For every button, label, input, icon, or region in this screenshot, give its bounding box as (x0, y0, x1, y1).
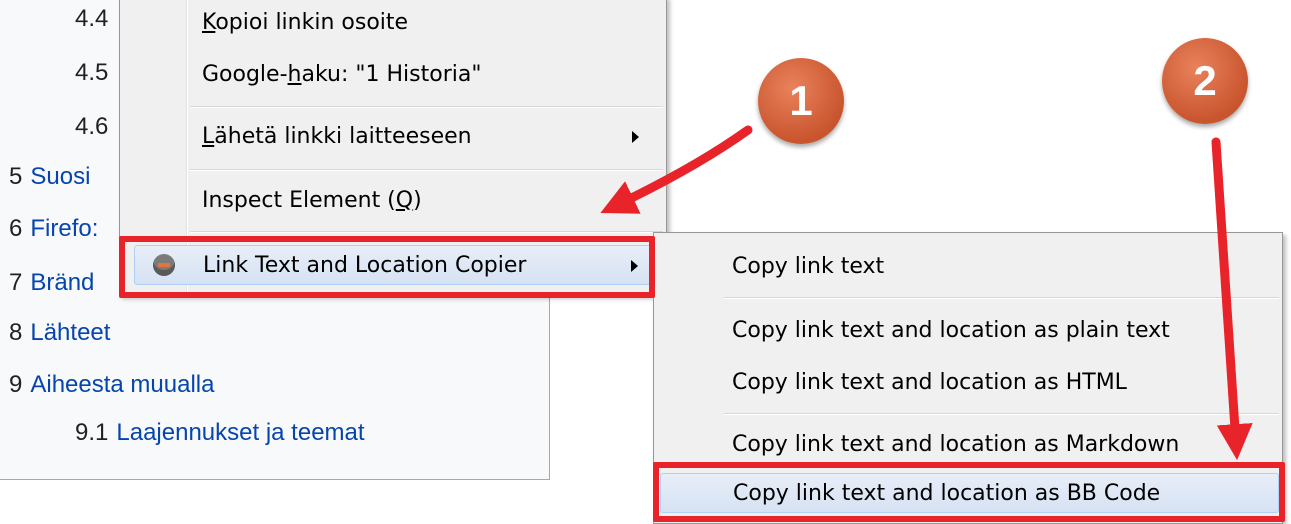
toc-number: 9.1 (75, 419, 109, 446)
menu-item-label: aku: "1 Historia" (301, 62, 482, 87)
menu-item-label: ähetä linkki laitteeseen (214, 124, 472, 149)
toc-number: 5 (9, 163, 23, 190)
toc-item[interactable]: 7 Bränd (9, 269, 94, 297)
toc-number: 6 (9, 215, 23, 242)
toc-link[interactable]: Laajennukset ja teemat (116, 419, 364, 446)
menu-item-copy-markdown[interactable]: Copy link text and location as Markdown (720, 425, 1279, 465)
toc-link[interactable]: Bränd (30, 269, 94, 296)
toc-item: 4.6 (75, 113, 116, 141)
toc-number: 4.5 (75, 59, 109, 86)
menu-separator (724, 297, 1279, 299)
toc-item: 4.4 (75, 5, 116, 33)
menu-item-label: Copy link text and location as plain tex… (732, 318, 1170, 343)
callout-badge-2: 2 (1162, 38, 1248, 124)
menu-item-copy-html[interactable]: Copy link text and location as HTML (720, 363, 1279, 403)
menu-item-label: Copy link text (732, 254, 885, 279)
menu-item-label: ) (413, 188, 422, 213)
accelerator-key: h (287, 62, 302, 87)
toc-item[interactable]: 5 Suosi (9, 163, 90, 191)
menu-item-label: Copy link text and location as Markdown (732, 432, 1180, 457)
menu-item-copy-link-address[interactable]: Kopioi linkin osoite (190, 3, 663, 43)
toc-item: 4.5 (75, 59, 116, 87)
callout-badge-1: 1 (758, 58, 844, 144)
accelerator-key: K (202, 10, 216, 35)
toc-number: 4.4 (75, 5, 109, 32)
menu-separator (190, 169, 663, 171)
toc-link[interactable]: Lähteet (30, 319, 110, 346)
highlight-box-bb-code (653, 462, 1285, 522)
toc-number: 4.6 (75, 113, 109, 140)
menu-item-label: opioi linkin osoite (215, 10, 409, 35)
menu-separator (190, 231, 663, 233)
toc-link[interactable]: Firefo: (30, 215, 98, 242)
toc-link[interactable]: Suosi (30, 163, 90, 190)
toc-number: 8 (9, 319, 23, 346)
menu-separator (724, 413, 1279, 415)
toc-item[interactable]: 6 Firefo: (9, 215, 98, 243)
menu-separator (190, 106, 663, 108)
menu-item-label: Inspect Element ( (202, 188, 396, 213)
highlight-box-addon-item (119, 236, 655, 298)
accelerator-key: L (202, 124, 215, 149)
menu-item-copy-plain-text[interactable]: Copy link text and location as plain tex… (720, 311, 1279, 351)
menu-item-send-link-to-device[interactable]: Lähetä linkki laitteeseen (190, 117, 663, 157)
toc-item[interactable]: 8 Lähteet (9, 319, 110, 347)
submenu-arrow-icon (632, 131, 639, 143)
menu-item-inspect-element[interactable]: Inspect Element (Q) (190, 181, 663, 221)
menu-item-label: Copy link text and location as HTML (732, 370, 1127, 395)
accelerator-key: Q (395, 188, 414, 213)
toc-item[interactable]: 9 Aiheesta muualla (9, 371, 214, 399)
menu-item-copy-link-text[interactable]: Copy link text (720, 247, 1279, 287)
toc-number: 7 (9, 269, 23, 296)
toc-number: 9 (9, 371, 23, 398)
menu-item-label: Google- (202, 62, 288, 87)
toc-link[interactable]: Aiheesta muualla (30, 371, 214, 398)
menu-item-google-search[interactable]: Google-haku: "1 Historia" (190, 55, 663, 95)
toc-item[interactable]: 9.1 Laajennukset ja teemat (75, 419, 365, 447)
